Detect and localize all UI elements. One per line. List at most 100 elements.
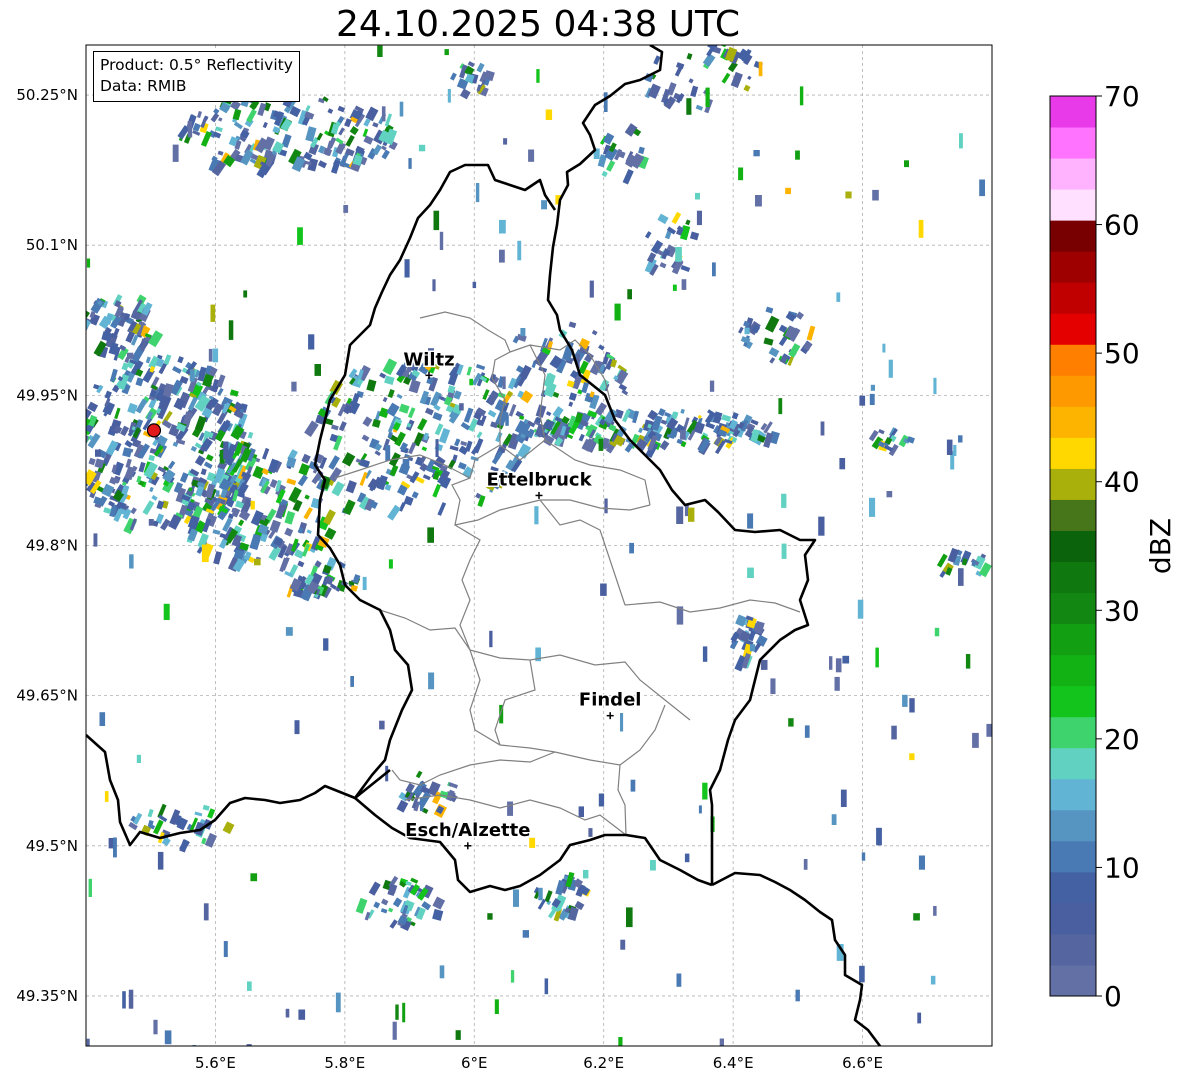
echo-cell [203, 903, 209, 921]
echo-cell [603, 92, 608, 112]
echo-cell [475, 183, 480, 203]
echo-cell [408, 158, 412, 169]
echo-cell [503, 138, 508, 145]
lon-tick-label: 6.4°E [713, 1054, 754, 1072]
echo-cell [681, 279, 687, 290]
echo-cell [489, 630, 493, 648]
echo-cell [513, 889, 519, 907]
echo-cell [314, 364, 321, 376]
echo-cell [629, 542, 634, 554]
echo-cell [872, 189, 879, 201]
colorbar-segment [1050, 282, 1096, 314]
colorbar-segment [1050, 189, 1096, 221]
echo-cell [404, 259, 410, 278]
echo-cell [578, 806, 584, 817]
echo-cell [291, 381, 297, 392]
echo-cell [875, 647, 879, 668]
echo-cell [350, 676, 354, 687]
colorbar-segment [1050, 499, 1096, 531]
echo-cell [148, 519, 154, 526]
echo-cell [212, 348, 219, 363]
echo-cell [747, 513, 754, 529]
echo-cell [72, 442, 84, 456]
echo-cell [343, 205, 349, 213]
echo-cell [620, 939, 626, 950]
echo-cell [385, 445, 391, 462]
echo-cell [719, 1038, 724, 1046]
echo-cell [153, 1019, 158, 1035]
lat-tick-label: 49.35°N [16, 987, 78, 1005]
echo-cell [861, 852, 866, 861]
city-label: Wiltz [403, 349, 454, 370]
colorbar-segment [1050, 220, 1096, 252]
echo-cell [859, 395, 866, 406]
echo-cell [781, 543, 787, 559]
echo-cell [388, 559, 393, 569]
echo-cell [381, 106, 386, 122]
echo-cell [684, 853, 690, 863]
colorbar-tick-label: 50 [1104, 337, 1140, 370]
echo-cell [876, 827, 882, 846]
product-label: Product: 0.5° Reflectivity [100, 56, 293, 74]
lon-tick-label: 5.6°E [195, 1054, 236, 1072]
colorbar-segment [1050, 592, 1096, 625]
echo-cell [487, 913, 493, 920]
echo-cell [215, 490, 220, 497]
echo-cell [688, 507, 695, 522]
echo-cell [869, 393, 875, 405]
echo-cell [795, 989, 800, 1002]
echo-cell [583, 869, 589, 879]
echo-cell [73, 428, 80, 437]
colorbar-segment [1050, 933, 1096, 966]
echo-cell [294, 720, 300, 735]
echo-cell [804, 725, 810, 738]
echo-cell [502, 376, 506, 390]
echo-cell [246, 1044, 252, 1046]
echo-cell [439, 965, 445, 979]
echo-cell [250, 500, 255, 510]
echo-cell [918, 855, 925, 870]
colorbar-tick-label: 20 [1104, 723, 1140, 756]
echo-cell [933, 906, 937, 916]
echo-cell [698, 805, 702, 814]
echo-cell [686, 98, 692, 115]
echo-cell [70, 451, 81, 465]
echo-cell [839, 458, 846, 470]
colorbar-segment [1050, 344, 1096, 376]
echo-cell [820, 421, 825, 436]
lon-tick-label: 6.6°E [842, 1054, 883, 1072]
echo-cell [818, 516, 825, 536]
echo-cell [247, 981, 252, 991]
echo-cell [538, 887, 543, 901]
echo-cell [598, 438, 604, 451]
echo-cell [285, 1008, 290, 1018]
echo-cell [620, 713, 624, 732]
echo-cell [979, 179, 985, 197]
echo-cell [536, 69, 540, 83]
echo-cell [379, 720, 385, 730]
lat-tick-label: 50.25°N [16, 86, 78, 104]
echo-cell [760, 659, 768, 670]
colorbar-tick-label: 40 [1104, 466, 1140, 499]
echo-cell [439, 231, 444, 250]
echo-cell [505, 414, 509, 426]
colorbar-segment [1050, 127, 1096, 159]
echo-cell [695, 192, 700, 200]
echo-cell [128, 989, 134, 1009]
echo-cell [778, 398, 783, 415]
echo-cell [904, 160, 909, 168]
echo-cell [395, 1004, 399, 1020]
echo-cell [986, 723, 992, 737]
colorbar-tick-label: 30 [1104, 594, 1140, 627]
data-source-label: Data: RMIB [100, 77, 187, 95]
colorbar-segment [1050, 902, 1096, 935]
colorbar-segment [1050, 96, 1096, 128]
echo-cell [913, 913, 920, 921]
echo-cell [323, 638, 329, 651]
echo-cell [744, 327, 750, 335]
echo-cell [210, 304, 216, 322]
echo-cell [959, 133, 963, 149]
echo-cell [545, 109, 553, 120]
echo-cell [676, 506, 684, 524]
echo-cell [447, 89, 451, 103]
